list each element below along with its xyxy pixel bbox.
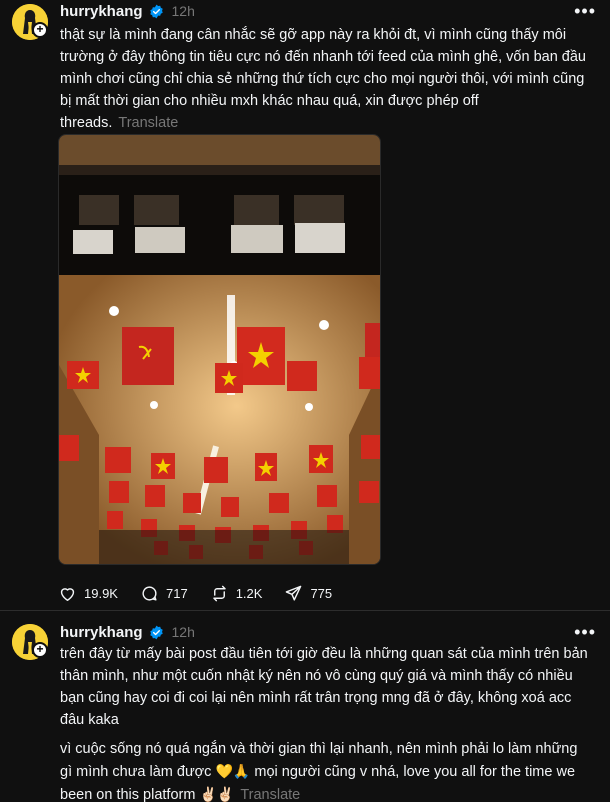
- share-count: 775: [310, 586, 333, 601]
- comment-icon: [142, 586, 157, 601]
- share-button[interactable]: 775: [284, 584, 332, 603]
- post-time: 12h: [171, 3, 195, 19]
- comment-count: 717: [165, 586, 188, 601]
- comment-button[interactable]: 717: [140, 584, 188, 603]
- peace-hands-emoji: ✌🏻✌🏻: [199, 786, 235, 802]
- ellipsis-icon[interactable]: •••: [574, 2, 596, 20]
- post-paragraph-1: trên đây từ mấy bài post đầu tiên tới gi…: [60, 646, 588, 728]
- post-time: 12h: [171, 624, 195, 640]
- photo-flags-ceiling: [59, 135, 380, 564]
- follow-plus-icon[interactable]: +: [32, 642, 48, 658]
- post-actions: 19.9K 717 1.2K 775: [58, 584, 332, 603]
- heart-icon: [60, 588, 75, 601]
- repost-icon: [212, 585, 226, 602]
- send-icon: [286, 585, 302, 601]
- verified-badge-icon: [149, 4, 163, 18]
- post-divider: [0, 610, 610, 611]
- post-photo[interactable]: [58, 134, 381, 565]
- like-count: 19.9K: [84, 586, 118, 601]
- verified-badge-icon: [149, 625, 163, 639]
- heart-pray-emoji: 💛🙏: [215, 763, 251, 779]
- username[interactable]: hurrykhang: [60, 624, 143, 641]
- translate-link[interactable]: Translate: [118, 115, 178, 131]
- repost-button[interactable]: 1.2K: [210, 584, 263, 603]
- ellipsis-icon[interactable]: •••: [574, 623, 596, 641]
- translate-link[interactable]: Translate: [240, 787, 300, 802]
- post-header: hurrykhang 12h: [60, 623, 195, 641]
- username[interactable]: hurrykhang: [60, 3, 143, 20]
- follow-plus-icon[interactable]: +: [32, 22, 48, 38]
- like-button[interactable]: 19.9K: [58, 584, 118, 603]
- post-paragraph-2: vì cuộc sống nó quá ngắn và thời gian th…: [60, 738, 588, 802]
- post-text: thật sự là mình đang cân nhắc sẽ gỡ app …: [60, 24, 588, 134]
- post-header: hurrykhang 12h: [60, 2, 195, 20]
- repost-count: 1.2K: [235, 586, 263, 601]
